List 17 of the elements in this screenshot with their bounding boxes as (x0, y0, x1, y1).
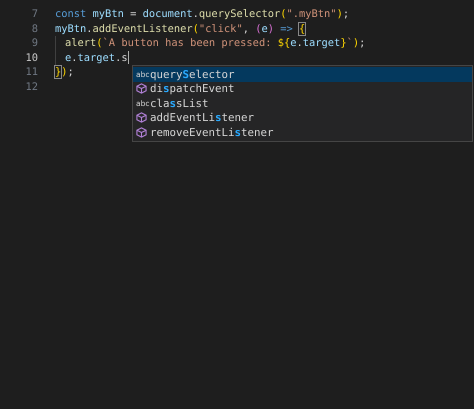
line-number: 10 (24, 50, 39, 65)
suggestion-item[interactable]: dispatchEvent (133, 82, 472, 96)
line-number: 7 (30, 7, 39, 22)
cube-icon (136, 83, 147, 94)
code-line: }); (55, 65, 74, 80)
cube-icon (136, 112, 147, 124)
cube-icon (136, 126, 147, 138)
code-line: e.target.s (55, 50, 130, 65)
line-number: 9 (30, 36, 39, 50)
line-number: 8 (30, 22, 39, 36)
suggestion-item[interactable]: addEventListener (133, 110, 472, 125)
line-number: 11 (24, 65, 39, 80)
line-number: 12 (24, 80, 39, 94)
suggestion-item[interactable]: removeEventListener (133, 125, 472, 140)
code-line: myBtn.addEventListener("click", (e) => { (55, 22, 306, 36)
code-line: alert(`A button has been pressed: ${e.target}`); (55, 36, 366, 50)
code-line: const myBtn = document.querySelector(".myBtn"); (55, 7, 350, 22)
